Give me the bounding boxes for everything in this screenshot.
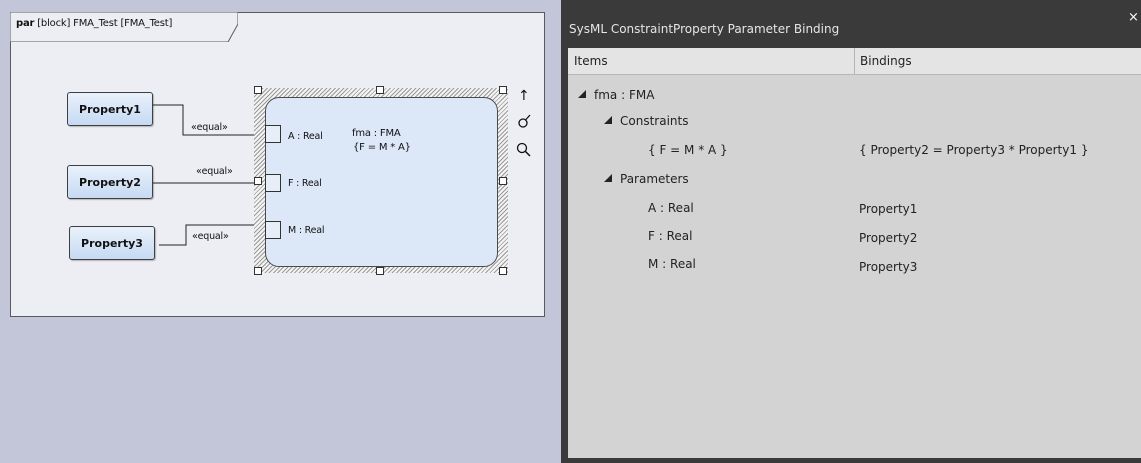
parameter-binding[interactable]: Property1 [859, 202, 917, 216]
resize-handle-se[interactable] [499, 267, 507, 275]
column-divider[interactable] [854, 48, 855, 74]
tree-row-constraints[interactable]: Constraints [604, 114, 688, 128]
port-m[interactable] [265, 221, 281, 239]
parameter-name[interactable]: A : Real [648, 201, 694, 215]
port-f-label: F : Real [288, 178, 322, 189]
arrow-up-icon[interactable]: ↑ [518, 88, 530, 104]
parameter-binding[interactable]: Property2 [859, 231, 917, 245]
expand-toggle-icon[interactable] [604, 174, 612, 182]
expand-toggle-icon[interactable] [604, 116, 612, 124]
binding-value-constraint[interactable]: { Property2 = Property3 * Property1 } [859, 143, 1088, 157]
zoom-icon[interactable] [516, 142, 531, 161]
column-header-bindings[interactable]: Bindings [860, 54, 912, 68]
resize-handle-e[interactable] [499, 177, 507, 185]
resize-handle-ne[interactable] [499, 86, 507, 94]
property1-block[interactable]: Property1 [67, 92, 153, 126]
port-a-label: A : Real [288, 131, 323, 142]
connector-label-2: «equal» [196, 166, 233, 177]
constraints-label: Constraints [620, 114, 689, 128]
parameter-name[interactable]: F : Real [648, 229, 692, 243]
property3-block[interactable]: Property3 [69, 226, 155, 260]
tree-row-parameters[interactable]: Parameters [604, 172, 689, 186]
brush-icon[interactable] [517, 114, 531, 132]
tree-row-constraint-item[interactable]: { F = M * A } [648, 143, 728, 157]
constraint-name: fma : FMA [352, 128, 401, 139]
parameters-label: Parameters [620, 172, 689, 186]
connector-label-3: «equal» [192, 231, 229, 242]
close-icon[interactable]: × [1128, 10, 1139, 25]
constraint-expression: {F = M * A} [353, 142, 411, 153]
column-header-items[interactable]: Items [574, 54, 608, 68]
connector-label-1: «equal» [191, 122, 228, 133]
grid-header: Items Bindings [568, 48, 1141, 75]
resize-handle-nw[interactable] [254, 86, 262, 94]
resize-handle-s[interactable] [376, 267, 384, 275]
panel-title: SysML ConstraintProperty Parameter Bindi… [569, 22, 840, 36]
parameter-binding[interactable]: Property3 [859, 260, 917, 274]
property2-block[interactable]: Property2 [67, 165, 153, 199]
root-label: fma : FMA [594, 88, 655, 102]
port-f[interactable] [265, 174, 281, 192]
port-a[interactable] [265, 125, 281, 143]
binding-grid[interactable]: Items Bindings fma : FMA Constraints { F… [568, 48, 1141, 458]
diagram-canvas[interactable]: par [block] FMA_Test [FMA_Test] Property… [0, 0, 561, 463]
tree-row-root[interactable]: fma : FMA [578, 88, 654, 102]
resize-handle-n[interactable] [376, 86, 384, 94]
expand-toggle-icon[interactable] [578, 90, 586, 98]
resize-handle-sw[interactable] [254, 267, 262, 275]
port-m-label: M : Real [288, 225, 325, 236]
parameter-name[interactable]: M : Real [648, 257, 696, 271]
resize-handle-w[interactable] [254, 177, 262, 185]
